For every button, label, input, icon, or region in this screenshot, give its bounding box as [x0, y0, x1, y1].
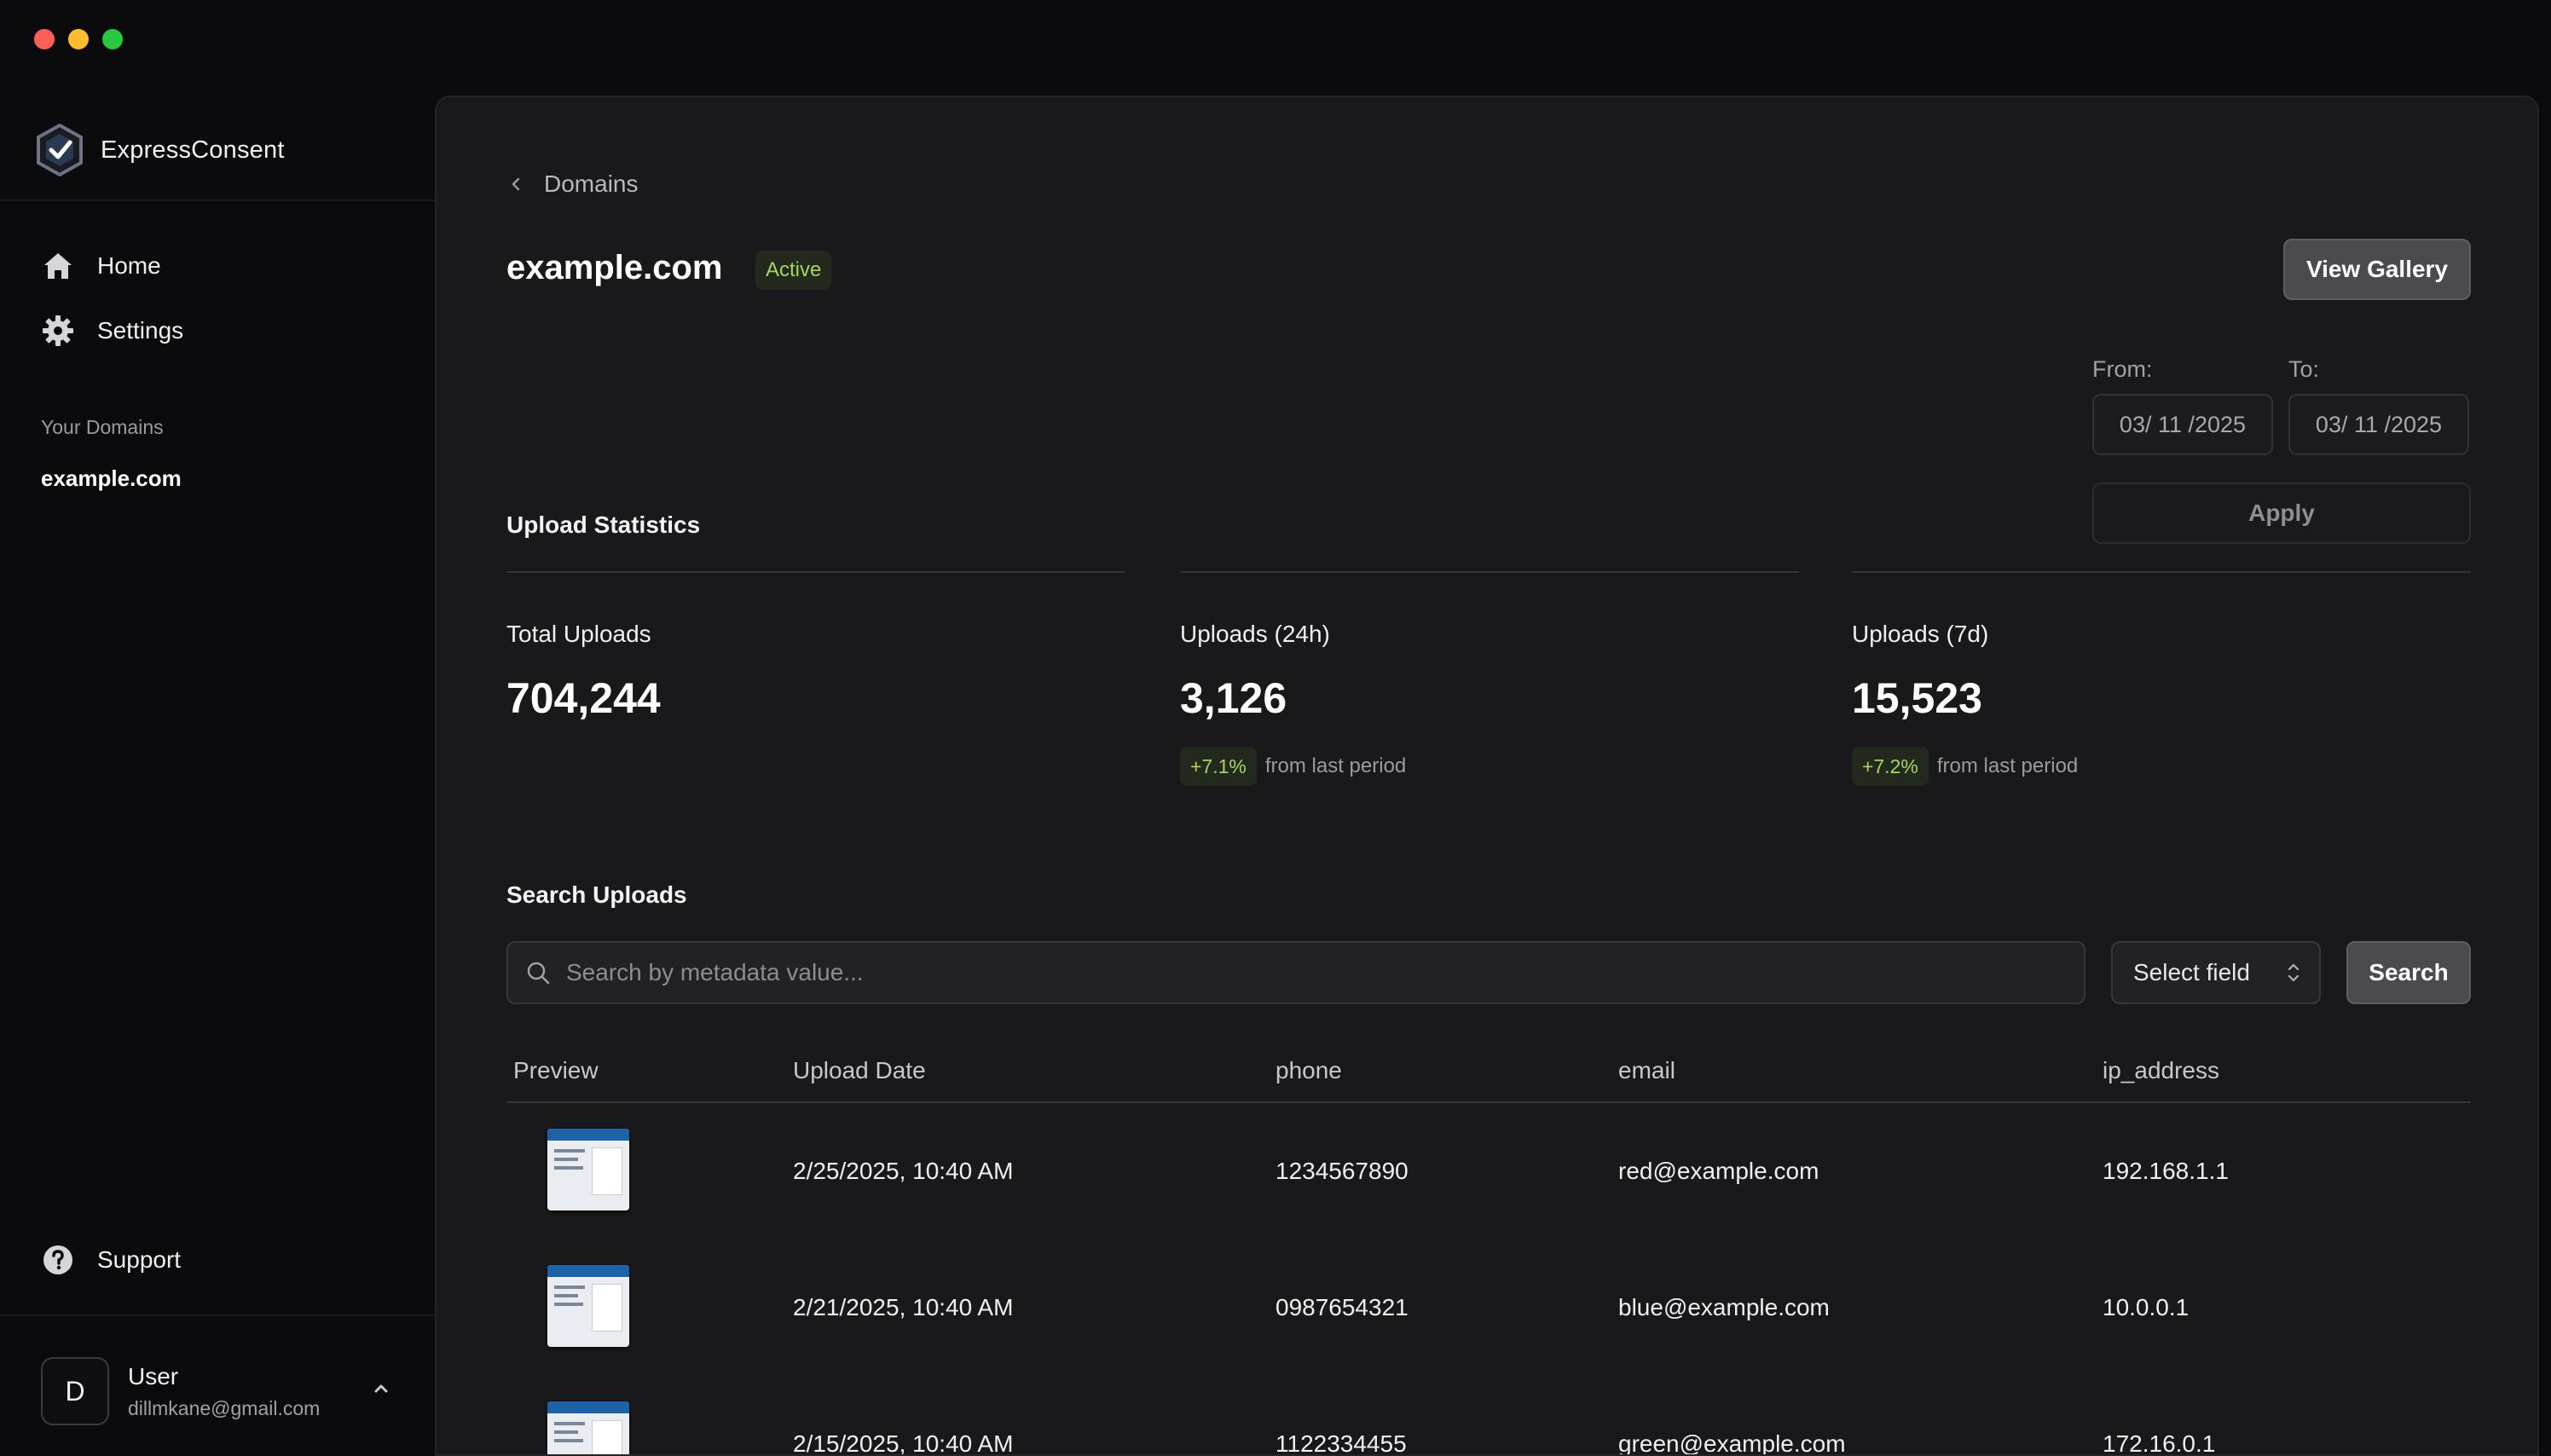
main-panel: Domains example.com Active View Gallery … [435, 95, 2539, 1456]
breadcrumb-label: Domains [544, 170, 639, 197]
user-menu[interactable]: D User dillmkane@gmail.com [41, 1357, 388, 1425]
search-input[interactable]: Search by metadata value... [506, 941, 2085, 1004]
sidebar-item-settings[interactable]: Settings [41, 303, 183, 358]
stat-total-uploads: Total Uploads 704,244 [506, 571, 1125, 723]
cell-ip-address: 172.16.0.1 [2103, 1430, 2216, 1456]
sidebar: ExpressConsent Home Settings Your Domain… [0, 95, 435, 1456]
apply-button[interactable]: Apply [2092, 482, 2471, 544]
preview-thumbnail[interactable] [547, 1129, 629, 1210]
stat-value: 15,523 [1852, 674, 1982, 722]
select-field-dropdown[interactable]: Select field [2111, 941, 2321, 1004]
column-header-preview: Preview [513, 1057, 599, 1083]
chevron-up-down-icon [2288, 963, 2299, 982]
select-label: Select field [2133, 959, 2250, 985]
table-header: Preview Upload Date phone email ip_addre… [506, 1045, 2471, 1103]
preview-thumbnail[interactable] [547, 1265, 629, 1347]
window-titlebar [0, 0, 2551, 95]
cell-ip-address: 192.168.1.1 [2103, 1158, 2229, 1184]
status-badge: Active [755, 251, 832, 290]
to-date-input[interactable]: 03/ 11 /2025 [2288, 394, 2469, 455]
sidebar-domain-example-com[interactable]: example.com [41, 465, 182, 492]
cell-phone: 0987654321 [1276, 1294, 1409, 1320]
search-icon [527, 962, 550, 985]
chevron-up-icon [374, 1384, 388, 1393]
cell-email: green@example.com [1618, 1430, 1846, 1456]
cell-upload-date: 2/21/2025, 10:40 AM [793, 1294, 1014, 1320]
search-button[interactable]: Search [2346, 941, 2471, 1004]
user-name: User [128, 1362, 179, 1390]
change-badge: +7.2% [1852, 747, 1929, 786]
zoom-window-button[interactable] [102, 29, 123, 49]
column-header-ip-address: ip_address [2103, 1057, 2219, 1083]
column-header-email: email [1618, 1057, 1675, 1083]
stat-label: Total Uploads [506, 621, 651, 647]
app-name: ExpressConsent [101, 136, 285, 164]
domains-section-label: Your Domains [41, 416, 164, 438]
sidebar-nav: Home Settings [41, 239, 183, 368]
minimize-window-button[interactable] [68, 29, 89, 49]
cell-email: red@example.com [1618, 1158, 1819, 1184]
page-title: example.com [506, 249, 723, 286]
column-header-phone: phone [1276, 1057, 1342, 1083]
stat-value: 3,126 [1180, 674, 1287, 722]
cell-upload-date: 2/25/2025, 10:40 AM [793, 1158, 1014, 1184]
cell-phone: 1122334455 [1276, 1430, 1407, 1456]
preview-thumbnail[interactable] [547, 1401, 629, 1454]
stat-uploads-7d: Uploads (7d) 15,523 +7.2% from last peri… [1852, 571, 2471, 786]
search-uploads-title: Search Uploads [506, 881, 687, 908]
stat-label: Uploads (24h) [1180, 621, 1330, 647]
table-row[interactable]: 2/15/2025, 10:40 AM 1122334455 green@exa… [506, 1376, 2471, 1456]
uploads-table: Preview Upload Date phone email ip_addre… [506, 1045, 2471, 1456]
cell-ip-address: 10.0.0.1 [2103, 1294, 2189, 1320]
upload-statistics-title: Upload Statistics [506, 511, 701, 538]
divider [0, 1314, 435, 1316]
logo-icon [37, 124, 83, 176]
search-placeholder: Search by metadata value... [566, 959, 864, 985]
gear-icon [43, 315, 73, 346]
stat-label: Uploads (7d) [1852, 621, 1989, 647]
change-badge: +7.1% [1180, 747, 1257, 786]
stat-change: +7.1% from last period [1180, 747, 1799, 786]
divider [1180, 571, 1799, 573]
breadcrumb-back-link[interactable]: Domains [506, 170, 638, 198]
brand[interactable]: ExpressConsent [36, 111, 285, 189]
home-icon [44, 253, 72, 279]
close-window-button[interactable] [34, 29, 55, 49]
sidebar-item-label: Settings [97, 317, 184, 344]
divider [506, 571, 1125, 573]
stat-value: 704,244 [506, 674, 661, 722]
chevron-left-icon [512, 177, 520, 191]
user-info: User dillmkane@gmail.com [128, 1363, 320, 1420]
column-header-upload-date: Upload Date [793, 1057, 926, 1083]
to-date-label: To: [2288, 356, 2320, 382]
table-row[interactable]: 2/21/2025, 10:40 AM 0987654321 blue@exam… [506, 1239, 2471, 1376]
from-date-label: From: [2092, 356, 2153, 382]
user-email: dillmkane@gmail.com [128, 1396, 321, 1419]
divider [1852, 571, 2471, 573]
table-row[interactable]: 2/25/2025, 10:40 AM 1234567890 red@examp… [506, 1103, 2471, 1239]
view-gallery-button[interactable]: View Gallery [2283, 239, 2471, 300]
support-link[interactable]: Support [41, 1233, 181, 1287]
divider [0, 199, 435, 201]
avatar: D [41, 1357, 109, 1425]
support-label: Support [97, 1246, 182, 1273]
sidebar-item-home[interactable]: Home [41, 239, 183, 293]
sidebar-item-label: Home [97, 252, 161, 279]
stat-change: +7.2% from last period [1852, 747, 2471, 786]
stat-uploads-24h: Uploads (24h) 3,126 +7.1% from last peri… [1180, 571, 1799, 786]
help-icon [43, 1245, 72, 1274]
from-date-input[interactable]: 03/ 11 /2025 [2092, 394, 2273, 455]
cell-upload-date: 2/15/2025, 10:40 AM [793, 1430, 1014, 1456]
cell-phone: 1234567890 [1276, 1158, 1409, 1184]
change-text: from last period [1264, 754, 1407, 777]
cell-email: blue@example.com [1618, 1294, 1830, 1320]
change-text: from last period [1936, 754, 2079, 777]
